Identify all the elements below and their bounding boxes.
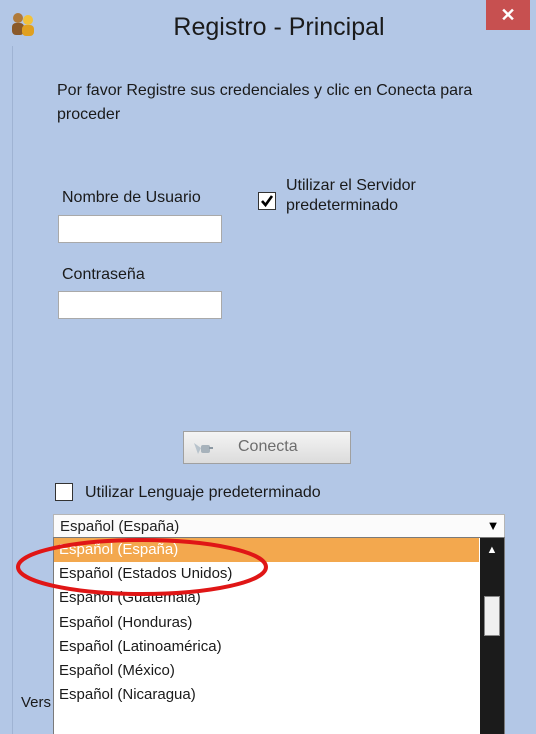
language-dropdown[interactable]: Español (España) ▼ — [53, 514, 505, 538]
password-input[interactable] — [58, 291, 222, 319]
scroll-thumb[interactable] — [484, 596, 500, 636]
list-scrollbar[interactable]: ▲ — [480, 538, 504, 734]
language-option[interactable]: Español (Nicaragua) — [54, 683, 479, 707]
language-option[interactable]: Español (Guatemala) — [54, 586, 479, 610]
chevron-down-icon[interactable]: ▼ — [482, 515, 504, 537]
default-language-label: Utilizar Lenguaje predeterminado — [85, 484, 321, 501]
login-window: Registro - Principal ✕ Por favor Registr… — [0, 0, 536, 734]
scroll-up-icon[interactable]: ▲ — [480, 538, 504, 562]
username-input[interactable] — [58, 215, 222, 243]
dropdown-selected-value: Español (España) — [60, 518, 180, 535]
client-area: Por favor Registre sus credenciales y cl… — [12, 46, 535, 734]
language-dropdown-list[interactable]: Español (España) Español (Estados Unidos… — [53, 537, 505, 734]
close-icon: ✕ — [500, 5, 516, 25]
default-server-label: Utilizar el Servidor predeterminado — [286, 177, 416, 214]
close-button[interactable]: ✕ — [486, 0, 530, 30]
plug-icon — [192, 439, 214, 462]
language-option[interactable]: Español (España) — [54, 538, 479, 563]
window-title: Registro - Principal — [173, 13, 385, 41]
language-option[interactable]: Español (Estados Unidos) — [54, 562, 479, 586]
version-label: Vers — [21, 694, 52, 711]
language-option[interactable]: Español (México) — [54, 659, 479, 683]
language-option[interactable]: Español (Latinoamérica) — [54, 635, 479, 659]
checkmark-icon — [261, 195, 274, 208]
default-server-checkbox[interactable] — [258, 192, 276, 210]
connect-button[interactable]: Conecta — [183, 431, 351, 464]
default-language-checkbox[interactable] — [55, 483, 73, 501]
connect-label: Conecta — [238, 438, 298, 455]
password-label: Contraseña — [62, 266, 145, 283]
intro-text: Por favor Registre sus credenciales y cl… — [57, 82, 473, 123]
username-label: Nombre de Usuario — [62, 189, 201, 206]
language-option[interactable]: Español (Honduras) — [54, 611, 479, 635]
